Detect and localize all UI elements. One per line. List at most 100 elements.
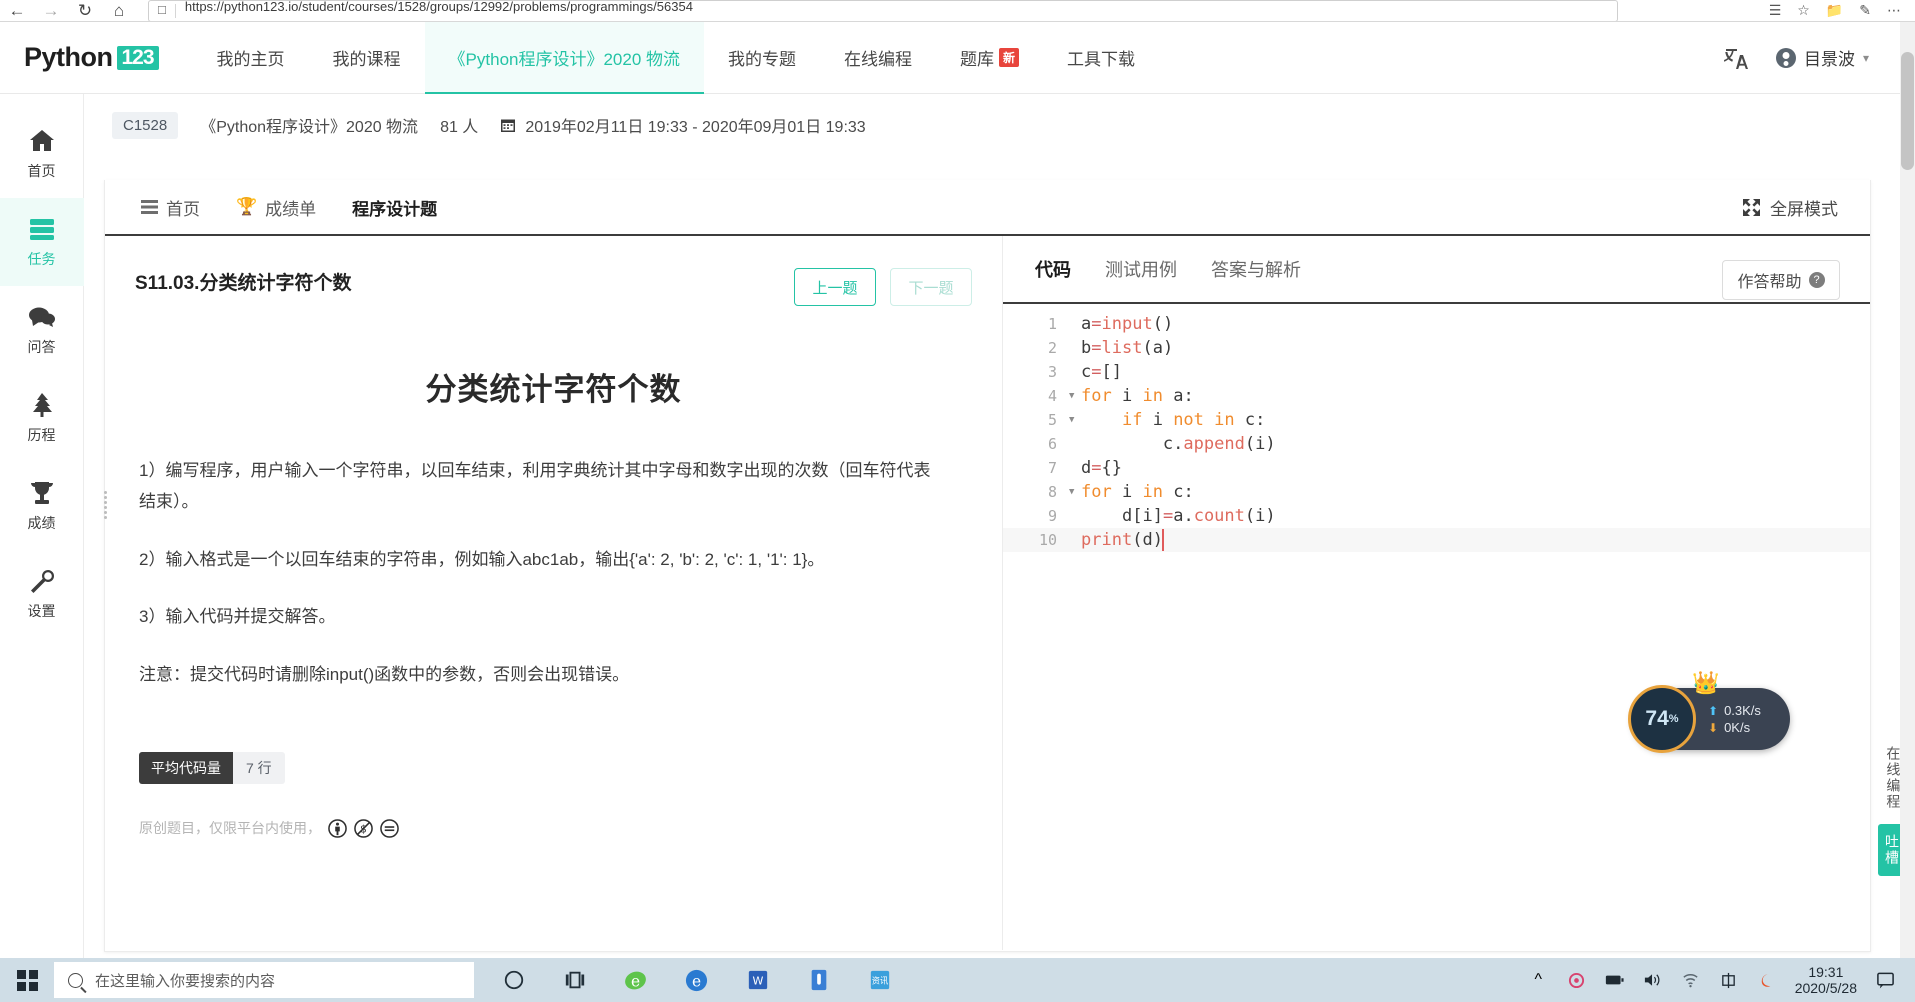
cortana-icon[interactable] [500, 967, 527, 994]
page-scrollbar-thumb[interactable] [1901, 52, 1914, 170]
sidebar-item-score[interactable]: 成绩 [0, 462, 84, 550]
cc-by-icon [328, 818, 347, 838]
sogou-icon[interactable] [1757, 971, 1776, 990]
fold-arrow-icon[interactable]: ▼ [1069, 408, 1081, 432]
word-icon[interactable]: W [744, 967, 771, 994]
prev-problem-button[interactable]: 上一题 [794, 268, 876, 306]
answer-help-button[interactable]: 作答帮助 ? [1722, 260, 1840, 300]
annotate-icon[interactable]: ✎ [1859, 2, 1871, 19]
ime-chinese-icon[interactable] [1719, 971, 1738, 990]
sidebar-item-tasks[interactable]: 任务 [0, 198, 84, 286]
fold-arrow-icon[interactable]: ▼ [1069, 480, 1081, 504]
star-icon[interactable]: ☆ [1797, 2, 1810, 19]
wrench-icon [30, 569, 54, 593]
sidebar-item-progress[interactable]: 历程 [0, 374, 84, 462]
edge-icon[interactable]: e [683, 967, 710, 994]
more-menu-icon[interactable]: ⋯ [1887, 2, 1901, 19]
code-line[interactable]: 8 ▼ for i in c: [1003, 480, 1870, 504]
wifi-icon[interactable] [1681, 971, 1700, 990]
code-editor[interactable]: 1 a=input() 2 b=list(a) 3 c=[] 4 ▼ for i in a: 5 ▼… [1003, 304, 1870, 552]
line-number: 3 [1047, 363, 1057, 381]
code-line[interactable]: 10 print(d) [1003, 528, 1870, 552]
sidebar-item-settings[interactable]: 设置 [0, 550, 84, 638]
sidebar-label: 成绩 [27, 514, 56, 531]
code-line[interactable]: 9 d[i]=a.count(i) [1003, 504, 1870, 528]
course-date-range: 2019年02月11日 19:33 - 2020年09月01日 19:33 [500, 113, 866, 137]
tab-answer-analysis[interactable]: 答案与解析 [1211, 256, 1301, 282]
tab-programming-problem[interactable]: 程序设计题 [334, 179, 455, 235]
volume-icon[interactable] [1643, 971, 1662, 990]
sidebar-item-home[interactable]: 首页 [0, 110, 84, 198]
line-number: 7 [1047, 459, 1057, 477]
course-code: C1528 [112, 111, 179, 139]
page-scrollbar-track[interactable] [1900, 22, 1915, 960]
nav-item-online-coding[interactable]: 在线编程 [820, 22, 936, 94]
back-arrow-icon[interactable]: ← [0, 0, 34, 21]
taskbar-clock[interactable]: 19:31 2020/5/28 [1795, 964, 1857, 996]
speed-readouts: ⬆ 0.3K/s ⬇ 0K/s [1708, 703, 1761, 735]
tab-home[interactable]: 首页 [123, 179, 218, 235]
fold-arrow-icon[interactable]: ▼ [1069, 384, 1081, 408]
arrow-down-icon: ⬇ [1708, 720, 1719, 735]
security-icon[interactable] [1567, 971, 1586, 990]
code-text: d={} [1081, 458, 1122, 478]
code-line[interactable]: 4 ▼ for i in a: [1003, 384, 1870, 408]
tab-gradebook[interactable]: 🏆 成绩单 [218, 179, 334, 235]
chevron-up-icon[interactable]: ^ [1529, 971, 1548, 990]
notification-icon[interactable] [1876, 971, 1895, 990]
sidebar-item-qa[interactable]: 问答 [0, 286, 84, 374]
reader-icon[interactable] [805, 967, 832, 994]
download-speed: ⬇ 0K/s [1708, 720, 1761, 735]
clock-date: 2020/5/28 [1794, 980, 1857, 996]
windows-start-icon[interactable] [0, 958, 54, 1002]
nav-item-problem-bank[interactable]: 题库 新 [936, 22, 1043, 94]
code-line[interactable]: 6 c.append(i) [1003, 432, 1870, 456]
tab-code[interactable]: 代码 [1035, 256, 1071, 282]
address-bar[interactable]: ☐ https://python123.io/student/courses/1… [148, 0, 1618, 21]
svg-text:W: W [752, 975, 763, 988]
reader-icon[interactable]: ☰ [1769, 2, 1782, 19]
sidebar-label: 历程 [27, 426, 56, 443]
nav-item-my-topics[interactable]: 我的专题 [704, 22, 820, 94]
drag-handle-icon[interactable] [100, 488, 110, 522]
reader-view-icon[interactable]: ☐ [157, 4, 167, 17]
tab-test-cases[interactable]: 测试用例 [1105, 256, 1177, 282]
reload-icon[interactable]: ↻ [68, 0, 102, 21]
home-icon[interactable]: ⌂ [102, 0, 136, 21]
taskbar-search-input[interactable]: 在这里输入你要搜索的内容 [54, 962, 474, 998]
task-view-icon[interactable] [561, 967, 588, 994]
next-problem-button[interactable]: 下一题 [890, 268, 972, 306]
fullscreen-label: 全屏模式 [1770, 199, 1838, 219]
nav-item-tool-download[interactable]: 工具下载 [1043, 22, 1159, 94]
nav-item-current-course[interactable]: 《Python程序设计》2020 物流 [424, 21, 705, 94]
breadcrumb: C1528 《Python程序设计》2020 物流 81 人 2019年02月1… [84, 94, 1915, 156]
brand-logo[interactable]: Python 123 [24, 42, 159, 73]
code-line[interactable]: 7 d={} [1003, 456, 1870, 480]
tasks-icon [29, 218, 54, 240]
battery-icon[interactable] [1605, 971, 1624, 990]
code-text: c=[] [1081, 362, 1122, 382]
nav-item-my-home[interactable]: 我的主页 [193, 22, 309, 94]
online-coding-label[interactable]: 在线编程 [1885, 746, 1901, 810]
translate-icon[interactable] [1723, 46, 1750, 70]
forward-arrow-icon[interactable]: → [34, 0, 68, 21]
ie-classic-icon[interactable]: e [622, 967, 649, 994]
code-line[interactable]: 1 a=input() [1003, 312, 1870, 336]
nav-item-my-courses[interactable]: 我的课程 [309, 22, 425, 94]
code-line[interactable]: 2 b=list(a) [1003, 336, 1870, 360]
brand-text: Python [24, 42, 113, 72]
course-name[interactable]: 《Python程序设计》2020 物流 [200, 113, 418, 137]
network-speed-widget[interactable]: 👑 74% ⬆ 0.3K/s ⬇ 0K/s [1628, 670, 1790, 753]
code-line[interactable]: 5 ▼ if i not in c: [1003, 408, 1870, 432]
collections-icon[interactable]: 📁 [1826, 2, 1843, 19]
fullscreen-button[interactable]: 全屏模式 [1742, 195, 1870, 220]
news-icon[interactable]: 资讯 [866, 967, 893, 994]
member-count: 81 人 [440, 119, 479, 136]
user-menu[interactable]: 目景波 ▾ [1775, 45, 1869, 70]
search-icon [68, 972, 83, 988]
problem-line: 1）编写程序，用户输入一个字符串，以回车结束，利用字典统计其中字母和数字出现的次… [139, 461, 931, 512]
code-line[interactable]: 3 c=[] [1003, 360, 1870, 384]
upload-value: 0.3K/s [1724, 703, 1761, 718]
chevron-down-icon: ▾ [1862, 50, 1869, 65]
nav-label: 我的专题 [728, 50, 797, 69]
